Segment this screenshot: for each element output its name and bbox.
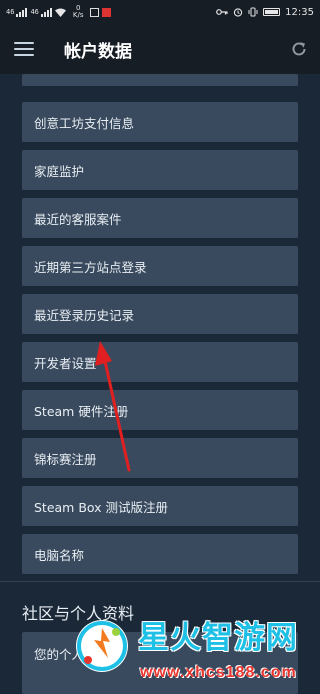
list-item-label: 家庭监护 (34, 163, 85, 179)
list-item-label: 最近登录历史记录 (34, 307, 135, 323)
list-item-support-cases[interactable]: 最近的客服案件 (22, 198, 298, 238)
app-bar: 帐户数据 (0, 24, 320, 74)
vibrate-icon (248, 7, 258, 17)
list-item-tournament-registration[interactable]: 锦标赛注册 (22, 438, 298, 478)
list-item-label: Steam Box 测试版注册 (34, 499, 169, 515)
list-item-third-party-logins[interactable]: 近期第三方站点登录 (22, 246, 298, 286)
signal-bars-icon (16, 7, 28, 17)
list-item-label: 锦标赛注册 (34, 451, 97, 467)
net-speed: 0 K/s (73, 5, 84, 19)
list-item-steam-box-beta[interactable]: Steam Box 测试版注册 (22, 486, 298, 526)
list-item-partial[interactable] (22, 74, 298, 86)
refresh-icon[interactable] (290, 40, 308, 58)
hamburger-menu-icon[interactable] (14, 42, 34, 56)
page-title: 帐户数据 (64, 41, 132, 62)
watermark-url: www.xhcs188.com (140, 664, 297, 681)
list-item-label: Steam 硬件注册 (34, 403, 129, 419)
list-item-hardware-registration[interactable]: Steam 硬件注册 (22, 390, 298, 430)
account-data-list: 创意工坊支付信息 家庭监护 最近的客服案件 近期第三方站点登录 最近登录历史记录… (22, 74, 298, 574)
status-bar: 46 46 0 K/s 12:35 (0, 0, 320, 24)
list-item-label: 开发者设置 (34, 355, 97, 371)
net-speed-unit: K/s (72, 11, 84, 19)
notification-app-icon (90, 7, 100, 17)
wifi-icon (54, 8, 66, 17)
list-item-label: 电脑名称 (34, 547, 85, 563)
list-item-computer-name[interactable]: 电脑名称 (22, 534, 298, 574)
alarm-icon (234, 8, 243, 17)
watermark: 星火智游网 www.xhcs188.com (66, 604, 320, 694)
watermark-logo-icon (76, 620, 128, 672)
signal-label-2: 46 (30, 8, 39, 16)
list-item-label: 近期第三方站点登录 (34, 259, 147, 275)
list-item-login-history[interactable]: 最近登录历史记录 (22, 294, 298, 334)
section-divider (0, 581, 320, 582)
list-item-developer-settings[interactable]: 开发者设置 (22, 342, 298, 382)
list-item-label: 最近的客服案件 (34, 211, 122, 227)
battery-icon (263, 8, 281, 16)
signal-label-1: 46 (6, 8, 15, 16)
list-item-family-view[interactable]: 家庭监护 (22, 150, 298, 190)
key-icon (216, 9, 228, 15)
list-item-label: 创意工坊支付信息 (34, 115, 135, 131)
list-item-workshop-payment[interactable]: 创意工坊支付信息 (22, 102, 298, 142)
notification-red-app-icon (102, 7, 112, 17)
signal-bars-icon-2 (40, 7, 52, 17)
clock: 12:35 (285, 6, 314, 18)
watermark-title: 星火智游网 (138, 620, 298, 656)
